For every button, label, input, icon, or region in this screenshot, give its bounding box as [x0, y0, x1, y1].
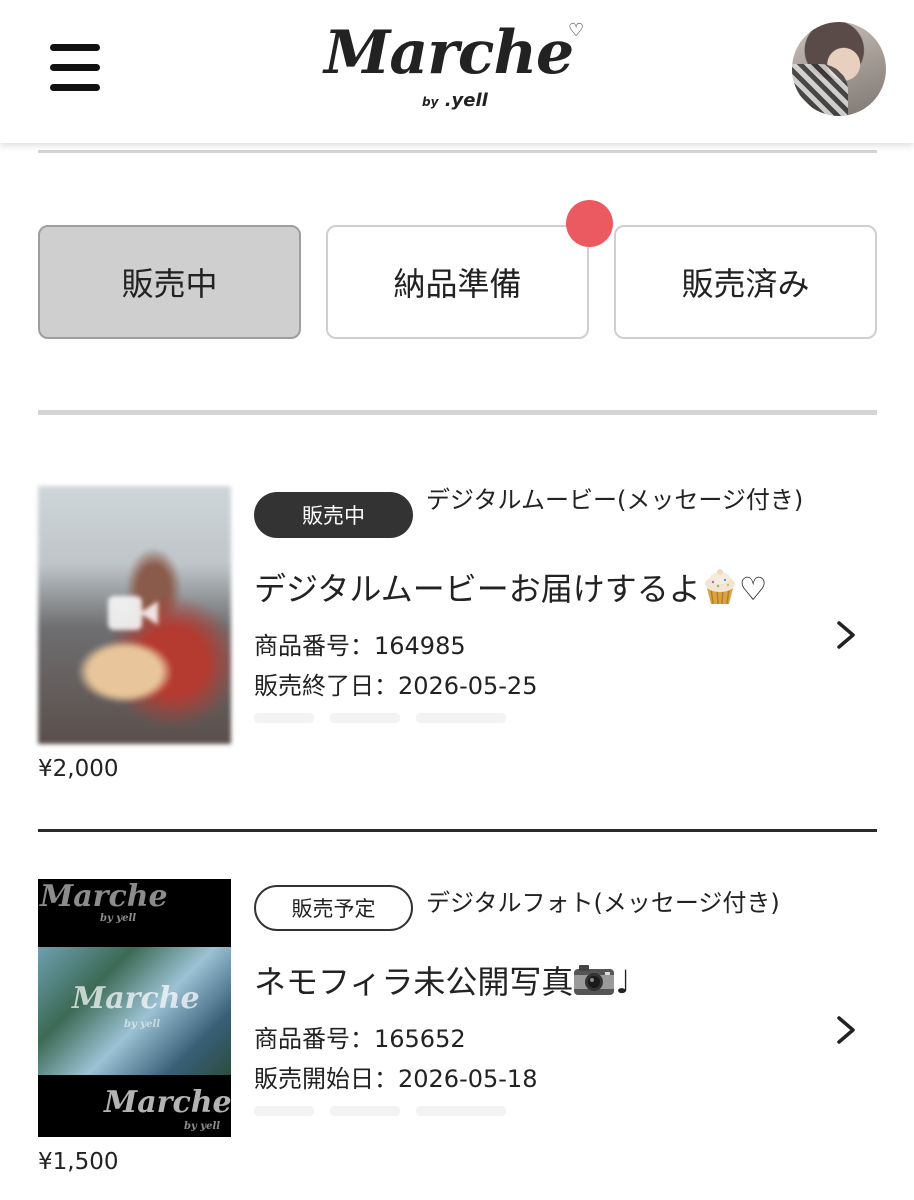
faded-text	[254, 708, 574, 730]
heart-icon: ♡	[568, 20, 585, 41]
divider	[38, 150, 877, 153]
watermark-logo: Marche	[40, 879, 168, 914]
watermark-logo: Marche	[104, 1085, 231, 1120]
product-number: 商品番号：164985	[254, 632, 466, 660]
tab-preparing-delivery[interactable]: 納品準備	[326, 225, 589, 339]
logo-text: Marche	[324, 18, 574, 88]
status-badge: 販売中	[254, 492, 413, 538]
camera-icon	[573, 963, 615, 997]
menu-icon[interactable]	[50, 44, 102, 92]
chevron-right-icon[interactable]	[834, 1015, 858, 1045]
logo-subtitle: by .yell	[422, 90, 488, 111]
tab-label: 販売済み	[681, 265, 810, 303]
notification-badge	[566, 200, 613, 247]
tab-label: 販売中	[121, 265, 218, 303]
cupcake-icon	[701, 568, 739, 606]
product-thumbnail	[38, 486, 231, 744]
divider	[38, 829, 877, 832]
product-list-item[interactable]: Marche by yell Marche by yell Marche by …	[0, 879, 914, 1179]
faded-text	[254, 1101, 574, 1123]
sale-start-date: 販売開始日：2026-05-18	[254, 1065, 538, 1093]
chevron-right-icon[interactable]	[834, 620, 858, 650]
sale-end-date: 販売終了日：2026-05-25	[254, 672, 538, 700]
product-thumbnail: Marche by yell Marche by yell Marche by …	[38, 879, 231, 1137]
video-icon	[108, 596, 160, 630]
tab-label: 納品準備	[393, 265, 522, 303]
product-price: ¥1,500	[38, 1149, 119, 1175]
app-header: Marche ♡ by .yell	[0, 0, 914, 143]
marche-logo[interactable]: Marche ♡ by .yell	[322, 18, 592, 118]
product-price: ¥2,000	[38, 756, 119, 782]
divider	[38, 410, 877, 415]
status-badge: 販売予定	[254, 885, 413, 931]
product-title: ネモフィラ未公開写真 ♩	[254, 963, 631, 1001]
product-number: 商品番号：165652	[254, 1025, 466, 1053]
tab-on-sale[interactable]: 販売中	[38, 225, 301, 339]
tab-sold[interactable]: 販売済み	[614, 225, 877, 339]
product-list-item[interactable]: ¥2,000 販売中 デジタルムービー(メッセージ付き) デジタルムービーお届け…	[0, 486, 914, 786]
product-category: デジタルフォト(メッセージ付き)	[426, 889, 780, 917]
watermark-logo: Marche	[72, 981, 200, 1016]
user-avatar[interactable]	[792, 22, 886, 116]
product-category: デジタルムービー(メッセージ付き)	[426, 486, 804, 514]
product-title: デジタルムービーお届けするよ ♡	[254, 568, 768, 608]
